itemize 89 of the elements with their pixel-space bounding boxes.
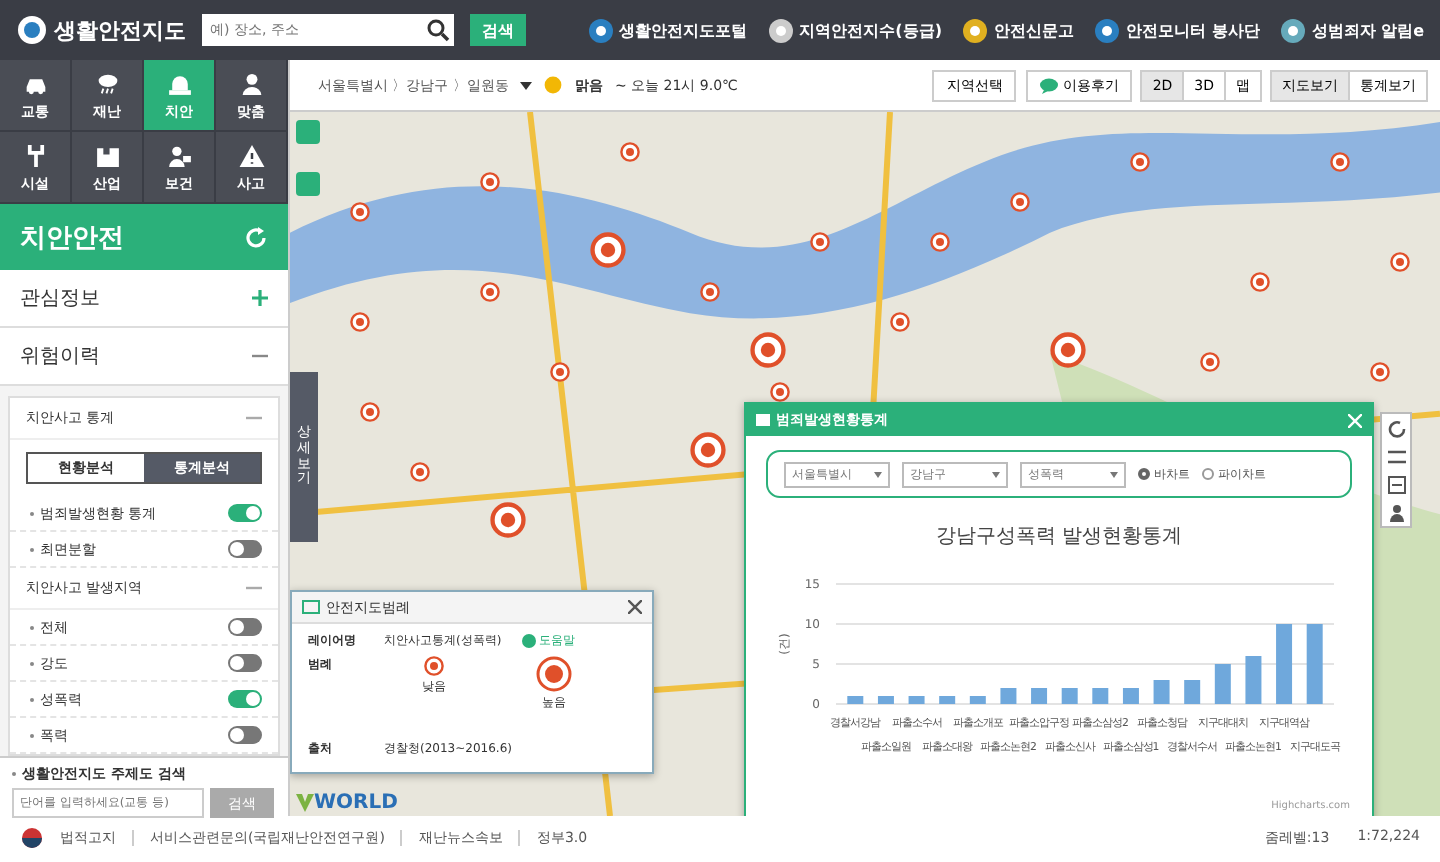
marker-icon[interactable] (1330, 152, 1350, 172)
marker-icon[interactable] (1130, 152, 1150, 172)
marker-icon[interactable] (1200, 352, 1220, 372)
plus-icon[interactable] (252, 290, 268, 306)
close-button[interactable] (628, 600, 642, 614)
chart-bar (1183, 680, 1200, 704)
portal-link[interactable]: 생활안전지도포털 (619, 19, 748, 41)
sun-icon (544, 76, 563, 94)
toggle-switch[interactable] (228, 504, 262, 522)
marker-icon[interactable] (700, 282, 720, 302)
marker-icon[interactable] (1050, 332, 1086, 368)
chart-bar (1121, 688, 1138, 704)
marker-icon[interactable] (1250, 272, 1270, 292)
circle-emblem-icon (1279, 17, 1306, 43)
portal-link[interactable]: 안전신문고 (993, 19, 1074, 41)
logo-icon (16, 14, 48, 46)
marker-icon[interactable] (360, 402, 380, 422)
section-label[interactable]: 위험이력 (20, 342, 100, 370)
chart-bar (1305, 624, 1322, 704)
toggle-switch[interactable] (228, 654, 262, 672)
marker-icon[interactable] (1390, 252, 1410, 272)
marker-icon[interactable] (1010, 192, 1030, 212)
chart-bar (846, 696, 863, 704)
marker-icon[interactable] (490, 502, 526, 538)
chart-bar (968, 696, 985, 704)
marker-icon[interactable] (930, 232, 950, 252)
panel-title: 치안안전 (20, 221, 124, 255)
chart-bar (1213, 664, 1230, 704)
toggle-switch[interactable] (228, 618, 262, 636)
window-icon (756, 414, 770, 426)
category-icon (93, 69, 121, 97)
circle-emblem-icon (767, 17, 794, 43)
chart-bar (1244, 656, 1261, 704)
logo-text: 생활안전지도 (54, 15, 186, 45)
chart-bar (1030, 688, 1047, 704)
chart-bar (1275, 624, 1292, 704)
caret-icon (1110, 471, 1118, 477)
marker-icon[interactable] (350, 202, 370, 222)
high-marker-icon (536, 656, 572, 692)
toggle-switch[interactable] (228, 726, 262, 744)
marker-icon[interactable] (350, 312, 370, 332)
portal-link[interactable]: 지역안전지수(등급) (799, 19, 942, 41)
marker-icon[interactable] (410, 462, 430, 482)
portal-link[interactable]: 안전모니터 봉사단 (1125, 19, 1260, 41)
search-icon[interactable] (422, 14, 454, 46)
chart-bar (999, 688, 1016, 704)
rotate-icon[interactable] (1387, 419, 1405, 437)
area-icon[interactable] (1387, 475, 1405, 493)
marker-icon[interactable] (620, 142, 640, 162)
marker-icon[interactable] (690, 432, 726, 468)
v-logo-icon (296, 794, 314, 812)
category-icon (165, 141, 193, 169)
circle-emblem-icon (1093, 17, 1120, 43)
marker-icon[interactable] (1370, 362, 1390, 382)
circle-emblem-icon (587, 17, 614, 43)
chart-bar (938, 696, 955, 704)
category-icon (237, 69, 265, 97)
low-marker-icon (424, 656, 444, 676)
ruler-icon[interactable] (1387, 447, 1405, 465)
section-label[interactable]: 관심정보 (20, 284, 100, 312)
category-icon (237, 141, 265, 169)
marker-icon[interactable] (750, 332, 786, 368)
marker-icon[interactable] (770, 382, 790, 402)
toggle-switch[interactable] (228, 690, 262, 708)
chart-bar (1152, 680, 1169, 704)
marker-icon[interactable] (550, 362, 570, 382)
chart-bar (907, 696, 924, 704)
marker-icon[interactable] (480, 172, 500, 192)
portal-link[interactable]: 성범죄자 알림e (1311, 19, 1424, 41)
caret-icon (992, 471, 1000, 477)
help-icon[interactable] (521, 633, 536, 647)
chart-bar (1060, 688, 1077, 704)
marker-icon[interactable] (480, 282, 500, 302)
person-icon[interactable] (1387, 503, 1405, 521)
government-emblem-icon (20, 826, 44, 850)
map-logo: WORLD (314, 792, 398, 814)
circle-emblem-icon (961, 17, 988, 43)
caret-icon (874, 471, 882, 477)
chart-bar (876, 696, 893, 704)
chat-icon (1040, 77, 1059, 93)
window-icon (302, 600, 320, 614)
marker-icon[interactable] (810, 232, 830, 252)
caret-icon[interactable] (520, 81, 533, 89)
toggle-switch[interactable] (228, 540, 262, 558)
marker-icon[interactable] (890, 312, 910, 332)
chart-bar (1091, 688, 1108, 704)
chart-title: 강남구성폭력 발생현황통계 (933, 524, 1185, 550)
marker-icon[interactable] (590, 232, 626, 268)
refresh-icon[interactable] (244, 225, 268, 249)
